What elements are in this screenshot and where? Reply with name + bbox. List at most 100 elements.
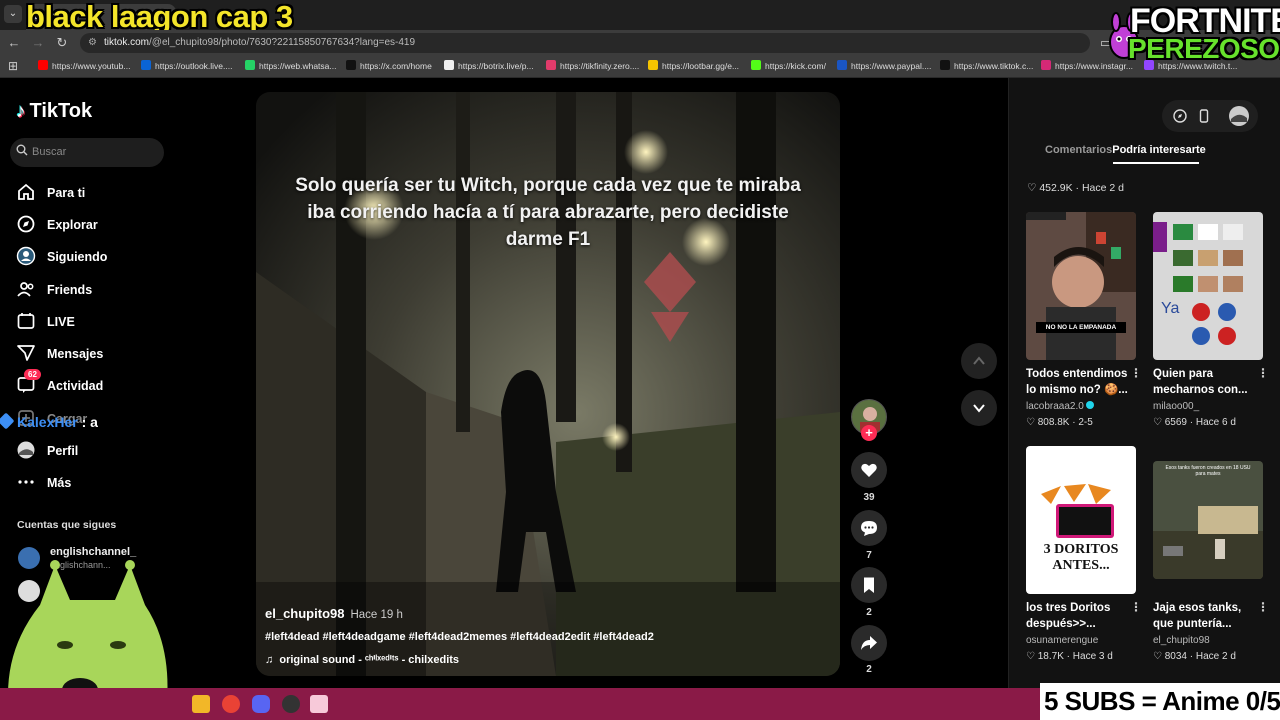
card-author[interactable]: el_chupito98 [1153,635,1210,646]
bookmark-item[interactable]: https://www.paypal.... [837,60,931,71]
heart-outline-icon: ♡ [1027,182,1040,194]
stream-chat-overlay: KalexHer : a [0,412,98,430]
heart-icon [861,463,877,477]
card-author[interactable]: milaoo00_ [1153,401,1199,412]
video-sound[interactable]: ♫ original sound - ᶜʰⁱˡˣᵉᵈⁱᵗˢ - chilxedi… [265,653,459,666]
panel-tabs: ComentariosPodría interesarte [1045,144,1206,156]
follow-plus-button[interactable]: + [861,425,877,441]
back-icon[interactable]: ← [6,35,22,51]
nav-perfil[interactable]: Perfil [16,440,216,464]
verified-icon [1085,401,1094,409]
address-bar-row: ← → ↻ ⚙ tiktok.com/@el_chupito98/photo/7… [0,30,1280,56]
tab-podria-interesarte[interactable]: Podría interesarte [1112,144,1206,156]
forward-icon[interactable]: → [30,35,46,51]
video-author[interactable]: el_chupito98 Hace 19 h [265,606,403,621]
panel-top-controls [1162,100,1258,132]
nav-friends[interactable]: Friends [16,279,216,303]
nav-live[interactable]: LIVE [16,311,216,335]
friends-icon [17,282,34,297]
card-stats: ♡ 808.8K · 2-5 [1026,417,1093,428]
discord-icon[interactable] [252,695,270,713]
bookmark-item[interactable]: https://www.youtub... [38,60,130,71]
chrome-icon[interactable] [222,695,240,713]
search-input[interactable]: Buscar [10,138,164,167]
favicon-icon [648,60,658,70]
bookmark-item[interactable]: https://outlook.live.... [141,60,232,71]
url-host: tiktok.com [104,37,150,48]
comment-count: 7 [866,550,872,561]
search-placeholder: Buscar [32,146,67,158]
bookmark-item[interactable]: https://lootbar.gg/e... [648,60,739,71]
favicon-icon [38,60,48,70]
save-count: 2 [866,607,872,618]
suggested-video-card[interactable]: 3 DORITOS ANTES... los tres Doritos desp… [1026,446,1142,668]
more-options-icon[interactable]: ⋮ [1257,600,1269,614]
thumbnail-caption: 3 DORITOS ANTES... [1043,542,1119,573]
bookmark-item[interactable]: https://tikfinity.zero.... [546,60,639,71]
nav-siguiendo[interactable]: Siguiendo [16,246,216,270]
tiktok-logo[interactable]: ♪ TikTok [16,100,92,123]
suggested-video-card[interactable]: Ya Quien para mecharnos con... ⋮ milaoo0… [1153,212,1269,442]
nav-mas[interactable]: Más [16,472,216,496]
suggested-video-card[interactable]: Esos tanks fueron creados en 18 USU para… [1153,446,1269,668]
favicon-icon [141,60,151,70]
avatar[interactable] [1228,105,1250,127]
comment-icon [861,521,877,536]
apps-grid-icon[interactable]: ⊞ [8,59,18,73]
obs-icon[interactable] [282,695,300,713]
video-caption: Solo quería ser tu Witch, porque cada ve… [295,175,801,250]
like-button[interactable] [851,452,887,488]
favicon-icon [940,60,950,70]
video-thumbnail: NO NO LA EMPANADA [1026,212,1136,360]
video-hashtags[interactable]: #left4dead #left4deadgame #left4dead2mem… [265,631,654,643]
card-stats: ♡ 6569 · Hace 6 d [1153,417,1236,428]
bookmark-item[interactable]: https://botrix.live/p... [444,60,534,71]
card-stats: ♡ 8034 · Hace 2 d [1153,651,1236,662]
video-player[interactable]: Solo quería ser tu Witch, porque cada ve… [256,92,840,676]
share-count: 2 [866,664,872,675]
more-options-icon[interactable]: ⋮ [1257,366,1269,380]
bookmark-item[interactable]: https://kick.com/ [751,60,826,71]
nav-actividad[interactable]: 62 Actividad [16,369,216,399]
share-icon [861,636,877,650]
share-button[interactable] [851,625,887,661]
url-input[interactable]: ⚙ tiktok.com/@el_chupito98/photo/7630?22… [80,33,1090,53]
bookmark-item[interactable]: https://x.com/home [346,60,432,71]
nav-explorar[interactable]: Explorar [16,214,216,238]
bookmark-item[interactable]: https://web.whatsa... [245,60,336,71]
more-options-icon[interactable]: ⋮ [1130,366,1142,380]
file-explorer-icon[interactable] [192,695,210,713]
comment-button[interactable] [851,510,887,546]
mobile-icon[interactable] [1196,108,1212,124]
nav-para-ti[interactable]: Para ti [16,182,216,206]
compass-icon [17,215,35,233]
previous-card-stats: ♡ 452.9K · Hace 2 d [1027,182,1124,194]
tab-comentarios[interactable]: Comentarios [1045,144,1112,156]
tiktok-note-icon: ♪ [16,101,26,122]
tab-list-dropdown[interactable]: ⌄ [4,5,22,23]
next-video-button[interactable] [961,390,997,426]
card-author[interactable]: osunamerengue [1026,635,1098,646]
more-options-icon[interactable]: ⋮ [1130,600,1142,614]
suggested-video-card[interactable]: NO NO LA EMPANADA Todos entendimos lo mi… [1026,212,1142,442]
messages-icon [17,345,35,361]
card-author[interactable]: lacobraaa2.0 [1026,401,1094,412]
like-count: 39 [863,492,875,503]
site-info-icon[interactable]: ⚙ [88,37,97,48]
bookmark-icon [864,577,874,593]
bookmarks-bar: ⊞ https://www.youtub... https://outlook.l… [0,56,1280,78]
reload-icon[interactable]: ↻ [54,35,70,51]
card-stats: ♡ 18.7K · Hace 3 d [1026,651,1113,662]
more-icon [18,480,34,484]
save-button[interactable] [851,567,887,603]
following-icon [16,246,36,266]
chevron-down-icon [973,404,985,413]
activity-badge: 62 [24,369,41,380]
bookmark-item[interactable]: https://www.tiktok.c... [940,60,1033,71]
app-icon[interactable] [310,695,328,713]
compass-icon[interactable] [1172,108,1188,124]
thumbnail-caption: Esos tanks fueron creados en 18 USU para… [1165,465,1251,477]
previous-video-button[interactable] [961,343,997,379]
profile-icon [17,441,35,459]
nav-mensajes[interactable]: Mensajes [16,343,216,367]
